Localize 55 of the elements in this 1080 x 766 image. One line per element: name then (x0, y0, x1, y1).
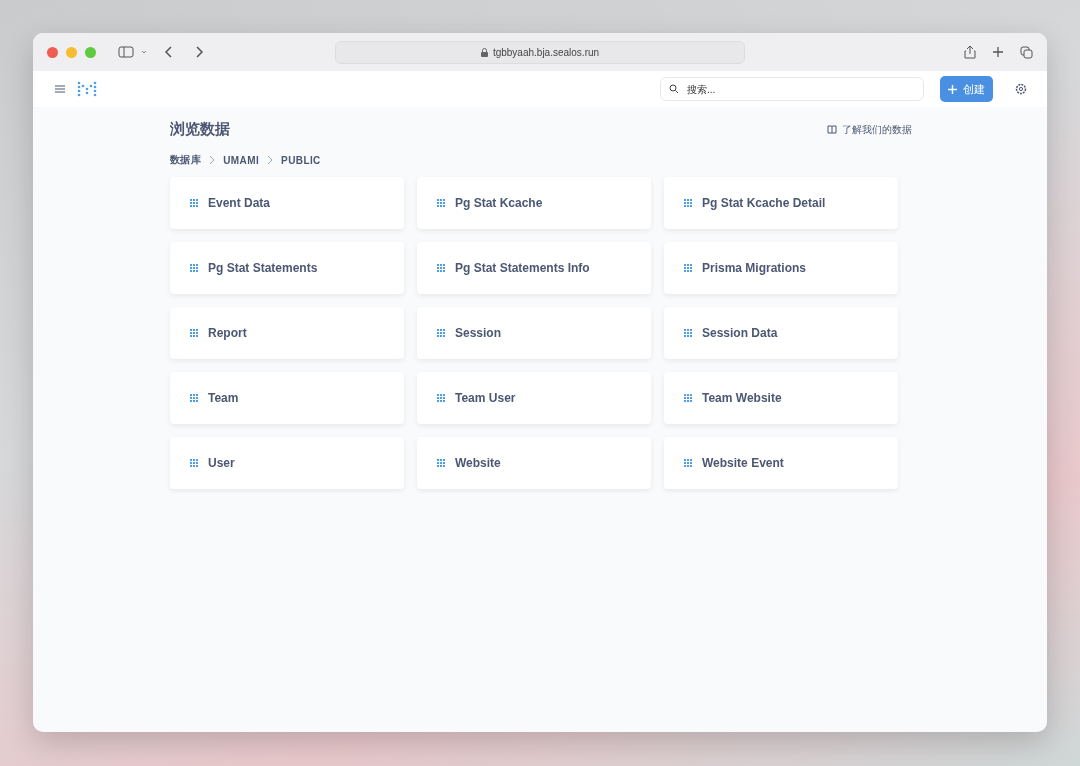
tabs-icon[interactable] (1020, 45, 1033, 59)
settings-icon[interactable] (1015, 83, 1027, 95)
address-bar[interactable]: tgbbyaah.bja.sealos.run (335, 41, 745, 64)
grid-icon (684, 394, 692, 402)
grid-icon (437, 329, 445, 337)
grid-icon (190, 199, 198, 207)
table-card[interactable]: Team User (417, 372, 651, 424)
table-card[interactable]: Event Data (170, 177, 404, 229)
table-card[interactable]: Report (170, 307, 404, 359)
breadcrumb-item[interactable]: PUBLIC (281, 154, 321, 166)
table-card[interactable]: Website Event (664, 437, 898, 489)
breadcrumb-item[interactable]: 数据库 (170, 153, 202, 167)
grid-icon (190, 264, 198, 272)
grid-icon (437, 394, 445, 402)
menu-icon[interactable] (55, 85, 65, 93)
table-card[interactable]: Pg Stat Kcache Detail (664, 177, 898, 229)
plus-icon (948, 84, 957, 94)
breadcrumb-item[interactable]: UMAMI (223, 154, 260, 166)
grid-icon (190, 329, 198, 337)
page-title: 浏览数据 (170, 120, 230, 139)
table-card[interactable]: Pg Stat Statements (170, 242, 404, 294)
table-card[interactable]: Session Data (664, 307, 898, 359)
grid-icon (684, 459, 692, 467)
grid-icon (684, 199, 692, 207)
learn-link[interactable]: 了解我们的数据 (827, 122, 912, 137)
table-card[interactable]: Prisma Migrations (664, 242, 898, 294)
grid-icon (437, 199, 445, 207)
book-icon (827, 125, 837, 134)
sidebar-icon[interactable] (118, 46, 148, 58)
back-icon[interactable] (164, 46, 174, 58)
chevron-icon (267, 155, 274, 165)
table-card[interactable]: Session (417, 307, 651, 359)
search-field[interactable]: 搜索... (660, 77, 924, 101)
grid-icon (684, 329, 692, 337)
grid-icon (190, 394, 198, 402)
table-card[interactable]: Website (417, 437, 651, 489)
table-card[interactable]: Team (170, 372, 404, 424)
share-icon[interactable] (964, 45, 976, 59)
grid-icon (437, 459, 445, 467)
grid-icon (684, 264, 692, 272)
plus-icon[interactable] (992, 46, 1004, 58)
grid-icon (190, 459, 198, 467)
search-icon (669, 84, 679, 94)
table-card[interactable]: Pg Stat Statements Info (417, 242, 651, 294)
forward-icon[interactable] (194, 46, 204, 58)
minimize-dot[interactable] (66, 46, 77, 58)
table-card[interactable]: User (170, 437, 404, 489)
close-dot[interactable] (47, 46, 58, 58)
logo-icon[interactable] (77, 80, 97, 98)
table-card[interactable]: Pg Stat Kcache (417, 177, 651, 229)
lock-icon (480, 48, 488, 57)
table-card[interactable]: Team Website (664, 372, 898, 424)
zoom-dot[interactable] (85, 46, 96, 58)
chevron-icon (209, 155, 216, 165)
grid-icon (437, 264, 445, 272)
